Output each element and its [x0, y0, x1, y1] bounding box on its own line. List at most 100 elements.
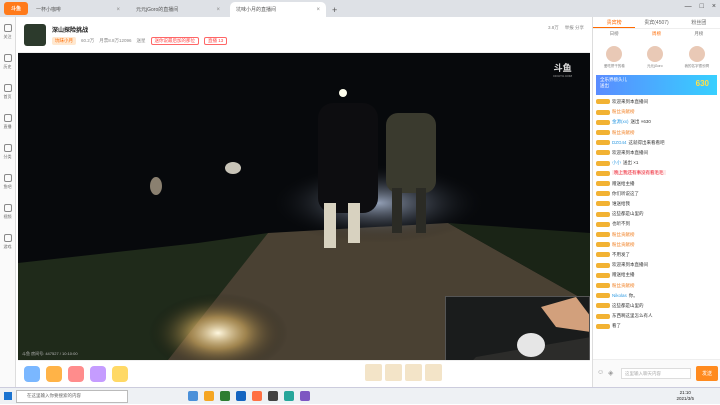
rank-period: 日榜 周榜 月榜	[593, 29, 720, 39]
task-icon[interactable]	[90, 366, 106, 382]
chat-text: 粉丝贡献榜	[612, 109, 635, 115]
level-badge-icon	[596, 150, 610, 156]
nav-category[interactable]: 分类	[0, 137, 15, 167]
system-clock[interactable]: 21:10 2021/3/5	[676, 390, 694, 402]
minimize-icon[interactable]: —	[685, 3, 692, 10]
ticket-value: 月票8.8万12096	[99, 38, 132, 43]
chat-message: 欢迎来到本直播间	[596, 148, 717, 158]
level-badge-icon	[596, 231, 610, 237]
close-window-icon[interactable]: ×	[712, 3, 716, 10]
taskbar-search[interactable]: 在这里输入你要搜索的内容	[16, 389, 128, 403]
hot-value: 60.2万	[81, 38, 95, 43]
activity-icon[interactable]	[68, 366, 84, 382]
tab-fans[interactable]: 粉丝团	[678, 17, 720, 28]
streamer-avatar[interactable]	[24, 24, 46, 46]
tab-week[interactable]: 周榜	[652, 31, 661, 37]
tab-vip-count[interactable]: 贵宾(4507)	[635, 17, 677, 28]
chat-text: 送出 ×630	[630, 119, 651, 125]
rank-2[interactable]: 爱吃饼干的卷	[604, 45, 625, 69]
chat-username[interactable]: DZG44	[612, 140, 627, 145]
gamepad-icon	[3, 234, 12, 242]
tab-month[interactable]: 月榜	[694, 31, 703, 37]
room-meta: 坑味小月 60.2万 月票8.8万12096 送星 送你说最后加的那位 直播 1…	[52, 37, 228, 45]
gift-box-icon[interactable]	[112, 366, 128, 382]
chat-text: 欢迎来到本直播间	[612, 150, 648, 156]
heart-icon	[3, 24, 12, 32]
chat-message: 金源(xx) 送出 ×630	[596, 117, 717, 127]
follow-count[interactable]: 3.8万	[548, 25, 559, 31]
chat-text: 赠送给主播	[612, 272, 635, 278]
chat-message: 这些都是山里的	[596, 301, 717, 311]
app-icon[interactable]	[300, 391, 310, 401]
chat-message: 不用发了	[596, 250, 717, 260]
left-nav: 关注 历史 首页 直播 分类 鱼吧 视频 游戏	[0, 17, 16, 387]
level-badge-icon	[596, 160, 610, 166]
activity-badge[interactable]: 送你说最后加的那位	[150, 37, 200, 45]
browser-icon[interactable]	[236, 391, 246, 401]
room-header: 深山探险挑战 坑味小月 60.2万 月票8.8万12096 送星 送你说最后加的…	[18, 17, 590, 53]
chat-text: 欢迎来到本直播间	[612, 99, 648, 104]
game-icon[interactable]	[24, 366, 40, 382]
chat-text: 粉丝贡献榜	[612, 241, 635, 247]
tv-icon	[3, 114, 12, 122]
banner-count: 630	[695, 79, 709, 88]
douyu-icon[interactable]	[252, 391, 262, 401]
gift-item[interactable]	[405, 364, 422, 381]
fan-badge-icon[interactable]: ◈	[608, 369, 613, 377]
level-badge-icon	[596, 242, 610, 248]
chat-input[interactable]: 这里输入聊天内容	[621, 368, 691, 379]
nav-game[interactable]: 游戏	[0, 227, 15, 257]
tab-3[interactable]: 坑味小月的直播间 ×	[230, 2, 326, 17]
nav-video[interactable]: 视频	[0, 197, 15, 227]
app-icon[interactable]	[220, 391, 230, 401]
gift-item[interactable]	[385, 364, 402, 381]
chat-username[interactable]: Nikolas	[612, 293, 627, 298]
start-button[interactable]	[0, 388, 16, 405]
taskview-icon[interactable]	[188, 391, 198, 401]
maximize-icon[interactable]: □	[700, 3, 704, 10]
level-badge-icon	[596, 272, 610, 278]
chat-message: 也听不到	[596, 219, 717, 229]
gift-item[interactable]	[365, 364, 382, 381]
app-icon[interactable]	[284, 391, 294, 401]
rank-3[interactable]: 我的名字很长啊	[685, 45, 709, 69]
chat-username[interactable]: 小小	[612, 160, 621, 165]
emoji-icon[interactable]: ☺	[597, 369, 604, 376]
avatar	[688, 45, 705, 62]
send-button[interactable]: 发送	[696, 366, 718, 381]
close-icon[interactable]: ×	[316, 7, 320, 13]
douyu-logo: 斗鱼	[4, 2, 28, 15]
chat-message: Nikolas 你。	[596, 291, 717, 301]
chat-username[interactable]: 金源(xx)	[612, 119, 629, 124]
chat-text: 看了	[612, 323, 621, 329]
chat-message: 欢迎来到本直播间	[596, 97, 717, 107]
nav-live[interactable]: 直播	[0, 107, 15, 137]
chat-input-area: ☺ ◈ 这里输入聊天内容 发送	[593, 359, 720, 387]
live-badge: 直播 13	[204, 37, 228, 45]
chat-text: 也听不到	[612, 221, 630, 227]
report-share[interactable]: 举报 分享	[565, 25, 584, 31]
chat-text: 赠送给主播	[612, 180, 635, 186]
gift-item[interactable]	[425, 364, 442, 381]
folder-icon[interactable]	[204, 391, 214, 401]
send-star[interactable]: 送星	[137, 38, 146, 44]
close-icon[interactable]: ×	[116, 7, 120, 13]
nav-fishbar[interactable]: 鱼吧	[0, 167, 15, 197]
avatar	[646, 45, 663, 62]
nav-history[interactable]: 历史	[0, 47, 15, 77]
new-tab-button[interactable]: +	[332, 5, 337, 15]
tab-2[interactable]: 元元jGoro的直播间 ×	[130, 2, 226, 17]
nav-home[interactable]: 首页	[0, 77, 15, 107]
chat-list: 欢迎来到本直播间 粉丝贡献榜 金源(xx) 送出 ×630 粉丝贡献榜 DZG44 这就得出…	[593, 95, 720, 335]
nav-follow[interactable]: 关注	[0, 17, 15, 47]
close-icon[interactable]: ×	[216, 7, 220, 13]
tab-1[interactable]: 一杯小咖啡 ×	[30, 2, 126, 17]
tab-vip-rank[interactable]: 贵宾榜	[593, 17, 636, 28]
chat-message: 粉丝贡献榜	[596, 240, 717, 250]
obs-icon[interactable]	[268, 391, 278, 401]
rank-1[interactable]: 元元jGoro	[646, 45, 663, 69]
treasure-icon[interactable]	[46, 366, 62, 382]
chat-text: 粉丝贡献榜	[612, 129, 635, 135]
tab-day[interactable]: 日榜	[610, 31, 619, 37]
streamer-name[interactable]: 坑味小月	[52, 37, 76, 45]
